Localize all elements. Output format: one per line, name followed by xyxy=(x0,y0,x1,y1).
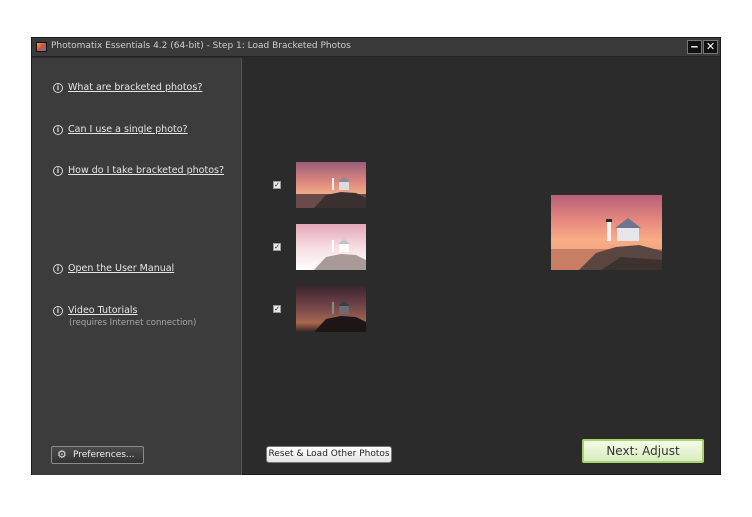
app-logo-icon xyxy=(36,42,47,52)
close-button[interactable]: ✕ xyxy=(703,40,718,54)
info-icon: i xyxy=(53,125,63,135)
help-link-user-manual[interactable]: Open the User Manual xyxy=(68,263,174,274)
bracketed-photo-row: ✓ xyxy=(273,224,366,270)
next-adjust-button[interactable]: Next: Adjust xyxy=(582,439,704,463)
help-item-take-bracketed[interactable]: i How do I take bracketed photos? xyxy=(53,165,224,176)
reset-load-other-photos-button[interactable]: Reset & Load Other Photos xyxy=(266,446,392,463)
window-title: Photomatix Essentials 4.2 (64-bit) - Ste… xyxy=(51,41,351,51)
info-icon: i xyxy=(53,264,63,274)
merged-preview-image xyxy=(551,195,662,270)
app-window: Photomatix Essentials 4.2 (64-bit) - Ste… xyxy=(31,37,721,475)
help-link-video-tutorials[interactable]: Video Tutorials xyxy=(68,305,138,316)
title-bar[interactable]: Photomatix Essentials 4.2 (64-bit) - Ste… xyxy=(32,38,720,57)
info-icon: i xyxy=(53,83,63,93)
minimize-button[interactable]: ‒ xyxy=(687,40,702,54)
photo-checkbox[interactable]: ✓ xyxy=(273,181,281,189)
photo-thumbnail-underexposed xyxy=(296,286,366,332)
help-item-bracketed[interactable]: i What are bracketed photos? xyxy=(53,82,202,93)
help-item-single-photo[interactable]: i Can I use a single photo? xyxy=(53,124,188,135)
info-icon: i xyxy=(53,166,63,176)
preferences-button[interactable]: ⚙ Preferences... xyxy=(51,446,144,464)
photo-checkbox[interactable]: ✓ xyxy=(273,243,281,251)
bracketed-photo-row: ✓ xyxy=(273,162,366,208)
video-tutorials-note: (requires Internet connection) xyxy=(69,318,197,328)
help-link-bracketed-photos[interactable]: What are bracketed photos? xyxy=(68,82,202,93)
bracketed-photo-row: ✓ xyxy=(273,286,366,332)
photo-thumbnail-normal xyxy=(296,162,366,208)
gear-icon: ⚙ xyxy=(57,448,67,461)
info-icon: i xyxy=(53,306,63,316)
help-item-video-tutorials[interactable]: i Video Tutorials xyxy=(53,305,138,316)
preferences-label: Preferences... xyxy=(73,450,135,460)
help-link-single-photo[interactable]: Can I use a single photo? xyxy=(68,124,188,135)
help-sidebar: i What are bracketed photos? i Can I use… xyxy=(32,58,242,475)
help-link-take-bracketed-photos[interactable]: How do I take bracketed photos? xyxy=(68,165,224,176)
help-item-user-manual[interactable]: i Open the User Manual xyxy=(53,263,174,274)
photo-checkbox[interactable]: ✓ xyxy=(273,305,281,313)
photo-thumbnail-overexposed xyxy=(296,224,366,270)
